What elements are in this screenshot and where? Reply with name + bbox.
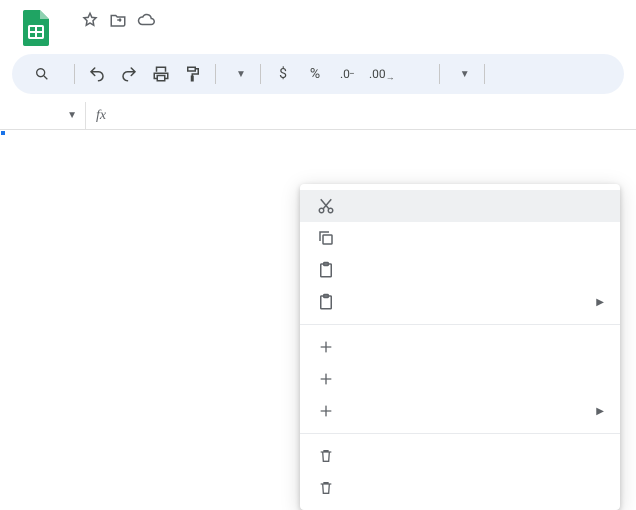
menu-extensions[interactable]	[190, 34, 206, 42]
trash-icon	[316, 446, 336, 466]
ctx-copy[interactable]	[300, 222, 620, 254]
trash-icon	[316, 478, 336, 498]
increase-decimal-button[interactable]: .00→	[365, 60, 399, 88]
app-header	[0, 0, 636, 48]
print-button[interactable]	[147, 60, 175, 88]
separator	[74, 64, 75, 84]
separator	[260, 64, 261, 84]
ctx-paste-special[interactable]: ▶	[300, 286, 620, 318]
submenu-arrow-icon: ▶	[596, 297, 604, 308]
menu-file[interactable]	[64, 34, 80, 42]
ctx-delete-row[interactable]	[300, 440, 620, 472]
paste-icon	[316, 260, 336, 280]
context-menu: ▶ ▶	[300, 184, 620, 510]
separator	[300, 324, 620, 325]
sheets-logo[interactable]	[16, 8, 56, 48]
chevron-down-icon: ▼	[67, 110, 77, 121]
ctx-insert-cells[interactable]: ▶	[300, 395, 620, 427]
menu-view[interactable]	[100, 34, 116, 42]
menu-data[interactable]	[154, 34, 170, 42]
ctx-delete-cols[interactable]	[300, 472, 620, 504]
separator	[215, 64, 216, 84]
selection-outline	[0, 130, 4, 134]
ctx-paste[interactable]	[300, 254, 620, 286]
formula-bar: ▼ fx	[0, 102, 636, 130]
star-icon[interactable]	[80, 10, 100, 30]
doc-title[interactable]	[64, 18, 72, 22]
paint-format-button[interactable]	[179, 60, 207, 88]
name-box[interactable]: ▼	[0, 102, 86, 129]
chevron-down-icon: ▼	[236, 69, 246, 80]
search-menus-button[interactable]	[24, 60, 66, 88]
plus-icon	[316, 369, 336, 389]
menubar	[64, 34, 620, 42]
toolbar: ▼ $ % .0_ .00→ ▼	[12, 54, 624, 94]
ctx-insert-row[interactable]	[300, 331, 620, 363]
menu-edit[interactable]	[82, 34, 98, 42]
redo-button[interactable]	[115, 60, 143, 88]
cloud-status-icon[interactable]	[136, 10, 156, 30]
ctx-insert-cols[interactable]	[300, 363, 620, 395]
separator	[484, 64, 485, 84]
plus-icon	[316, 337, 336, 357]
separator	[300, 433, 620, 434]
currency-button[interactable]: $	[269, 60, 297, 88]
percent-button[interactable]: %	[301, 60, 329, 88]
plus-icon	[316, 401, 336, 421]
menu-help[interactable]	[208, 34, 224, 42]
copy-icon	[316, 228, 336, 248]
undo-button[interactable]	[83, 60, 111, 88]
zoom-select[interactable]: ▼	[224, 60, 252, 88]
font-select[interactable]: ▼	[448, 60, 476, 88]
menu-tools[interactable]	[172, 34, 188, 42]
menu-insert[interactable]	[118, 34, 134, 42]
ctx-cut[interactable]	[300, 190, 620, 222]
selection-handle[interactable]	[0, 130, 6, 136]
paste-special-icon	[316, 292, 336, 312]
more-formats-button[interactable]	[403, 60, 431, 88]
decrease-decimal-button[interactable]: .0_	[333, 60, 361, 88]
menu-format[interactable]	[136, 34, 152, 42]
submenu-arrow-icon: ▶	[596, 406, 604, 417]
move-icon[interactable]	[108, 10, 128, 30]
separator	[439, 64, 440, 84]
chevron-down-icon: ▼	[460, 69, 470, 80]
cut-icon	[316, 196, 336, 216]
fx-icon: fx	[96, 108, 106, 124]
